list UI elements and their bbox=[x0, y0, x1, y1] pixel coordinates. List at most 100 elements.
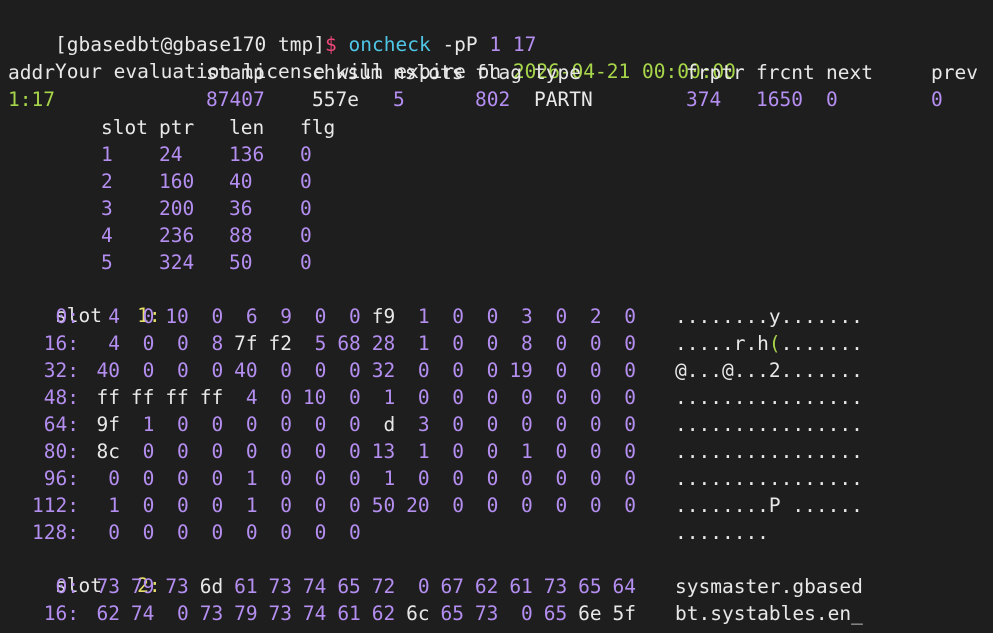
slot-row-slot: 1 bbox=[101, 143, 113, 166]
slot-row-len: 136 bbox=[229, 143, 265, 166]
hexdump-offset: 48: bbox=[43, 386, 79, 409]
header-type: type bbox=[534, 61, 581, 84]
hexdump-byte: 5f bbox=[612, 602, 636, 625]
slot-row-len: 88 bbox=[229, 224, 253, 247]
value-next: 0 bbox=[826, 88, 838, 111]
hexdump-offset: 16: bbox=[43, 332, 79, 355]
header-stamp: stamp bbox=[206, 61, 265, 84]
hexdump-ascii: ................ bbox=[675, 467, 863, 490]
license-line: Your evaluation license will expire on 2… bbox=[8, 33, 736, 83]
hexdump-ascii: ........y....... bbox=[675, 305, 863, 328]
hexdump-offset: 0: bbox=[55, 305, 79, 328]
slot-row-slot: 2 bbox=[101, 170, 113, 193]
hexdump-byte: 0 bbox=[624, 440, 636, 463]
hexdump-ascii: ........P ...... bbox=[675, 494, 863, 517]
slot-table-row: 1 24 136 0 bbox=[8, 142, 608, 168]
header-frcnt: frcnt bbox=[756, 61, 815, 84]
value-type: PARTN bbox=[534, 88, 593, 111]
hexdump-row: 96: 0 0 0 0 1 0 0 0 1 0 0 0 0 0 0 0................ bbox=[8, 466, 988, 492]
value-nslots: 5 bbox=[393, 88, 405, 111]
hexdump-ascii: ................ bbox=[675, 413, 863, 436]
hexdump-offset: 0: bbox=[55, 575, 79, 598]
slot2-label-line: slot 2: bbox=[8, 547, 161, 597]
slot-row-flg: 0 bbox=[300, 197, 312, 220]
hexdump-offset: 112: bbox=[32, 494, 79, 517]
slot-col-flg: flg bbox=[300, 116, 336, 139]
slot-row-ptr: 24 bbox=[159, 143, 183, 166]
header-flag: flag bbox=[475, 61, 522, 84]
hexdump-ascii: ................ bbox=[675, 386, 863, 409]
slot-row-flg: 0 bbox=[300, 143, 312, 166]
hexdump-row: 0: 73 79 73 6d 61 73 74 65 72 0 67 62 61 73 65 64 sysmast… bbox=[8, 574, 988, 600]
header-chksum: chksum bbox=[312, 61, 383, 84]
hexdump-row: 16: 4 0 0 8 7f f2 5 68 28 1 0 0 8 0 0 0 .....r.h(....... bbox=[8, 331, 988, 357]
hexdump-byte: 0 bbox=[624, 386, 636, 409]
hexdump-row: 32: 40 0 0 0 40 0 0 0 32 0 0 0 19 0 0 0 @...@...2....... bbox=[8, 358, 988, 384]
page-header-columns: addr stamp chksum nslots flag type frptr… bbox=[8, 60, 988, 86]
hexdump-offset: 64: bbox=[43, 413, 79, 436]
slot-table-row: 2 160 40 0 bbox=[8, 169, 608, 195]
hexdump-ascii: .....r.h(....... bbox=[675, 331, 863, 357]
hexdump-row: 112: 1 0 0 0 1 0 0 0 50 20 0 0 0 0 0 0 ........P ...... bbox=[8, 493, 988, 519]
slot-row-len: 40 bbox=[229, 170, 253, 193]
terminal-window[interactable]: [gbasedbt@gbase170 tmp]$ oncheck -pP 1 1… bbox=[0, 0, 993, 633]
hexdump-offset: 80: bbox=[43, 440, 79, 463]
command-line: [gbasedbt@gbase170 tmp]$ oncheck -pP 1 1… bbox=[8, 6, 536, 56]
hexdump-byte: 0 bbox=[624, 494, 636, 517]
slot-row-flg: 0 bbox=[300, 170, 312, 193]
hexdump-byte: 0 bbox=[624, 413, 636, 436]
hexdump-byte: 0 bbox=[624, 359, 636, 382]
slot-row-slot: 3 bbox=[101, 197, 113, 220]
slot-row-ptr: 200 bbox=[159, 197, 195, 220]
hexdump-ascii-highlight: ( bbox=[768, 332, 781, 355]
slot-col-ptr: ptr bbox=[159, 116, 195, 139]
value-prev: 0 bbox=[931, 88, 943, 111]
slot-row-flg: 0 bbox=[300, 224, 312, 247]
hexdump-row: 0: 4 0 10 0 6 9 0 0 f9 1 0 0 3 0 2 0 ........y....... bbox=[8, 304, 988, 330]
hexdump-row: 16: 62 74 0 73 79 73 74 61 62 6c 65 73 0 65 6e 5f bt.syst… bbox=[8, 601, 988, 627]
hexdump-offset: 96: bbox=[43, 467, 79, 490]
slot-row-len: 36 bbox=[229, 197, 253, 220]
header-nslots: nslots bbox=[393, 61, 464, 84]
slot-row-ptr: 324 bbox=[159, 251, 195, 274]
hexdump-ascii-part: .....r.h bbox=[675, 332, 769, 355]
hexdump-ascii: bt.systables.en_ bbox=[675, 602, 863, 625]
hexdump-offset: 128: bbox=[32, 521, 79, 544]
value-addr: 1:17 bbox=[8, 88, 55, 111]
slot-row-slot: 5 bbox=[101, 251, 113, 274]
hexdump-offset: 16: bbox=[43, 602, 79, 625]
slot1-label-line: slot 1: bbox=[8, 277, 161, 327]
hexdump-byte: 0 bbox=[624, 305, 636, 328]
hexdump-byte: 0 bbox=[349, 521, 361, 544]
slot-row-len: 50 bbox=[229, 251, 253, 274]
hexdump-offset: 32: bbox=[43, 359, 79, 382]
hexdump-byte: 0 bbox=[624, 332, 636, 355]
header-prev: prev bbox=[931, 61, 978, 84]
header-next: next bbox=[826, 61, 873, 84]
slot-row-flg: 0 bbox=[300, 251, 312, 274]
value-chksum: 557e bbox=[312, 88, 359, 111]
slot-col-len: len bbox=[229, 116, 265, 139]
hexdump-row: 48: ff ff ff ff 4 0 10 0 1 0 0 0 0 0 0 0................ bbox=[8, 385, 988, 411]
hexdump-ascii: ................ bbox=[675, 440, 863, 463]
header-addr: addr bbox=[8, 61, 55, 84]
slot-table-row: 4 236 88 0 bbox=[8, 223, 608, 249]
hexdump-ascii: @...@...2....... bbox=[675, 359, 863, 382]
hexdump-byte: 64 bbox=[612, 575, 636, 598]
slot-row-ptr: 160 bbox=[159, 170, 195, 193]
hexdump-row: 64: 9f 1 0 0 0 0 0 0 d 3 0 0 0 0 0 0................ bbox=[8, 412, 988, 438]
slot-col-slot: slot bbox=[101, 116, 148, 139]
page-header-values: 1:17 87407 557e 5 802 PARTN 374 1650 0 0 bbox=[8, 87, 988, 113]
hexdump-row: 128: 0 0 0 0 0 0 0 0........ bbox=[8, 520, 988, 546]
value-flag: 802 bbox=[475, 88, 511, 111]
slot-row-slot: 4 bbox=[101, 224, 113, 247]
hexdump-ascii-part: ....... bbox=[780, 332, 863, 355]
hexdump-row: 80: 8c 0 0 0 0 0 0 0 13 1 0 0 1 0 0 0................ bbox=[8, 439, 988, 465]
value-frcnt: 1650 bbox=[756, 88, 803, 111]
header-frptr: frptr bbox=[686, 61, 745, 84]
value-stamp: 87407 bbox=[206, 88, 265, 111]
slot-table-header: slot ptr len flg bbox=[8, 115, 608, 141]
slot-table-row: 3 200 36 0 bbox=[8, 196, 608, 222]
value-frptr: 374 bbox=[686, 88, 722, 111]
slot-table-row: 5 324 50 0 bbox=[8, 250, 608, 276]
